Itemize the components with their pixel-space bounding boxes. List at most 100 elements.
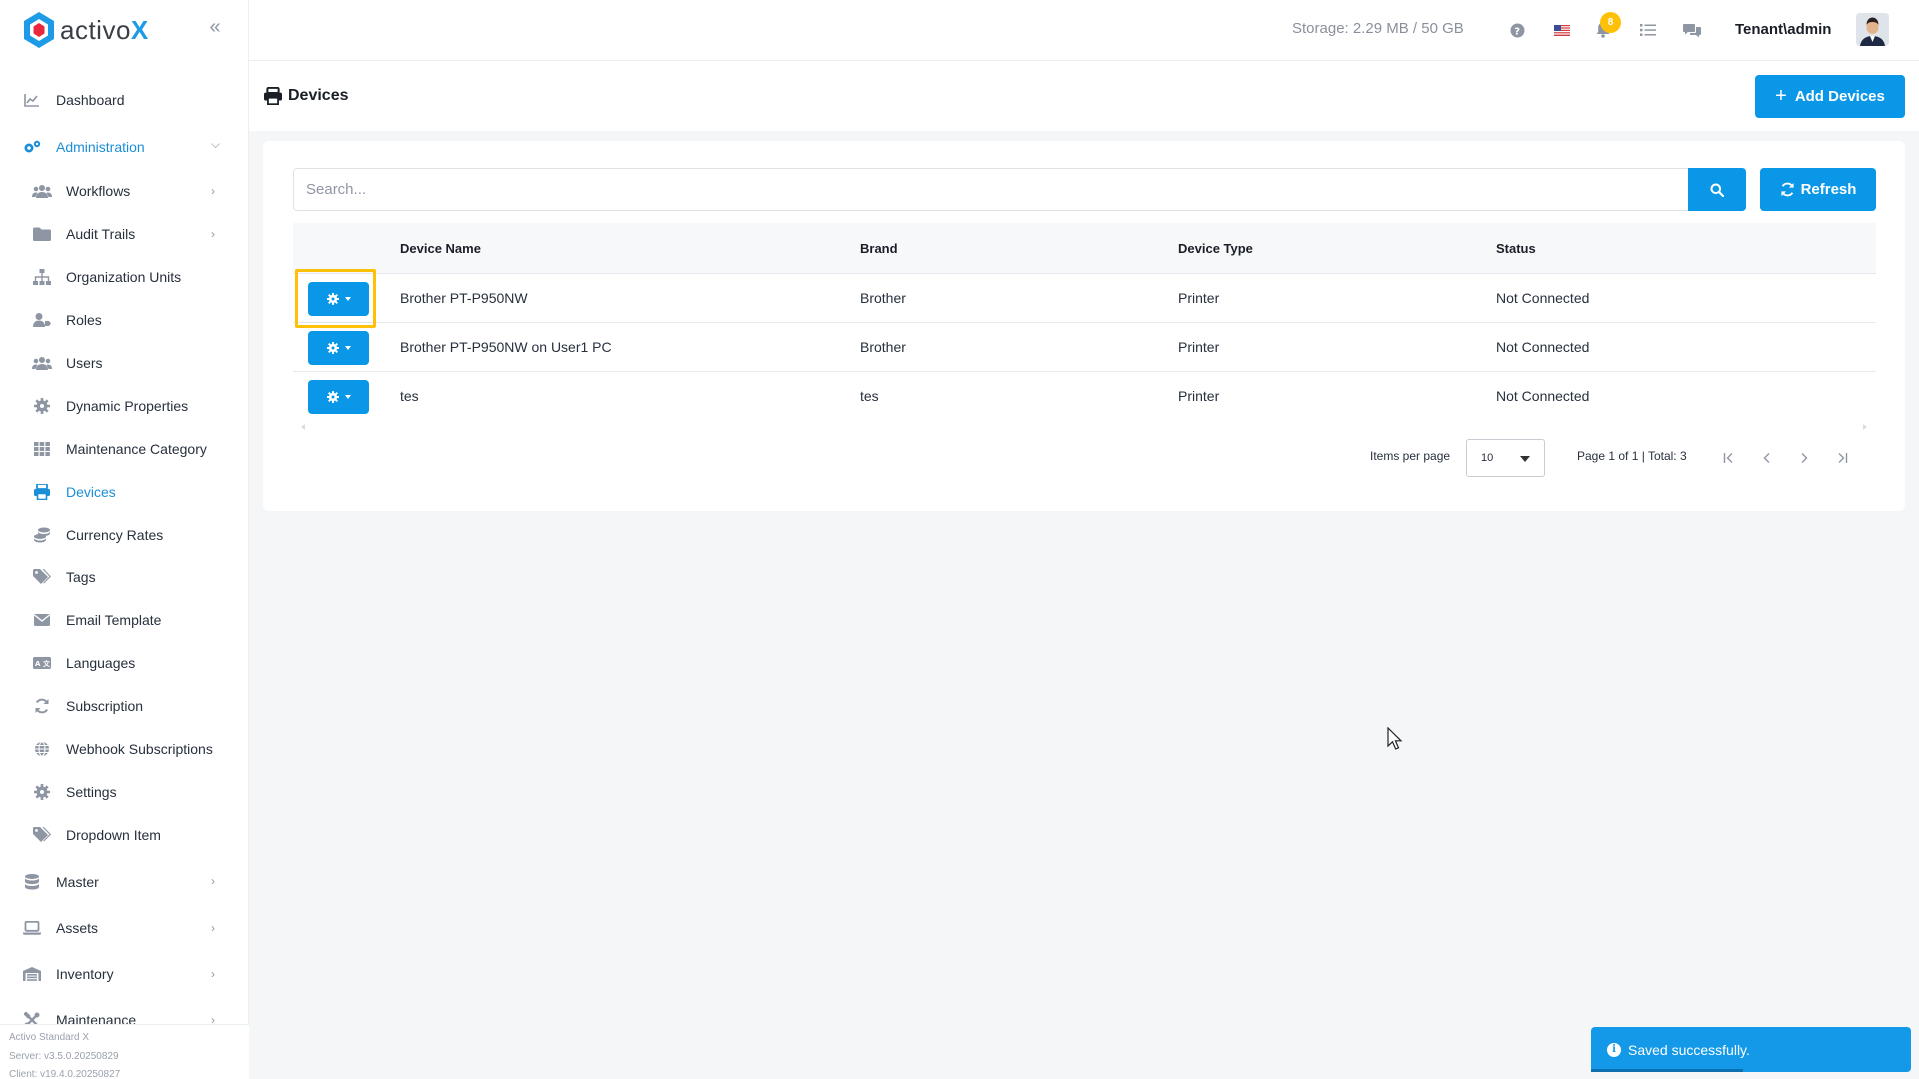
items-per-page-select[interactable]: 10 (1466, 439, 1545, 477)
help-icon[interactable]: ? (1507, 20, 1527, 40)
column-header-device-type[interactable]: Device Type (1178, 241, 1253, 256)
chat-icon[interactable] (1682, 20, 1702, 40)
laptop-icon (22, 918, 42, 938)
tags-icon (32, 567, 52, 587)
sidebar-item-label: Roles (66, 312, 102, 329)
sidebar-item-workflows[interactable]: Workflows › (0, 170, 249, 213)
column-header-device-name[interactable]: Device Name (400, 241, 481, 256)
sidebar-item-dynamic-properties[interactable]: Dynamic Properties (0, 384, 249, 427)
logo-text: activoX (60, 14, 149, 45)
sidebar-item-label: Tags (66, 569, 96, 586)
user-avatar[interactable] (1856, 13, 1889, 46)
sidebar-item-maintenance-category[interactable]: Maintenance Category (0, 427, 249, 470)
info-icon: i (1607, 1042, 1621, 1057)
success-toast[interactable]: i Saved successfully. (1591, 1027, 1911, 1072)
table-row: Brother PT-P950NW Brother Printer Not Co… (293, 269, 1876, 328)
gear-icon (326, 391, 339, 403)
cell-brand: Brother (860, 339, 906, 355)
sidebar-item-inventory[interactable]: Inventory › (0, 951, 249, 997)
sidebar-item-label: Assets (56, 920, 99, 937)
cell-brand: tes (860, 388, 879, 404)
sidebar-item-languages[interactable]: A文 Languages (0, 642, 249, 685)
printer-icon (264, 86, 282, 106)
sidebar-item-settings[interactable]: Settings (0, 770, 249, 813)
sidebar-item-label: Email Template (66, 612, 162, 629)
sidebar-item-label: Dynamic Properties (66, 397, 189, 414)
pagination: Items per page 10 Page 1 of 1 | Total: 3 (293, 439, 1876, 479)
sync-icon (1780, 182, 1794, 197)
sidebar-item-dropdown-item[interactable]: Dropdown Item (0, 813, 249, 856)
page-title: Devices (264, 86, 349, 106)
last-page-icon[interactable] (1831, 447, 1853, 469)
task-list-icon[interactable] (1638, 20, 1658, 40)
row-actions-button[interactable] (308, 331, 369, 365)
search-button[interactable] (1688, 168, 1746, 211)
sidebar-item-organization-units[interactable]: Organization Units (0, 256, 249, 299)
next-page-icon[interactable] (1793, 447, 1815, 469)
collapse-sidebar-icon[interactable]: « (204, 16, 226, 38)
sidebar-item-webhook-subscriptions[interactable]: Webhook Subscriptions (0, 728, 249, 771)
svg-text:A: A (35, 660, 41, 668)
cell-brand: Brother (860, 290, 906, 306)
sidebar: activoX « Dashboard Administration ⌵ Wor… (0, 0, 249, 1079)
notification-badge: 8 (1600, 12, 1621, 33)
sync-icon (32, 696, 52, 716)
envelope-icon (32, 610, 52, 630)
cell-device-type: Printer (1178, 388, 1220, 404)
add-devices-button[interactable]: + Add Devices (1755, 75, 1905, 118)
us-flag-icon[interactable] (1552, 20, 1572, 40)
topbar: Storage: 2.29 MB / 50 GB ? 8 Tenant\admi… (249, 0, 1919, 61)
caret-down-icon (344, 395, 351, 399)
sidebar-item-label: Administration (56, 138, 145, 155)
sidebar-item-users[interactable]: Users (0, 342, 249, 385)
user-name[interactable]: Tenant\admin (1735, 21, 1831, 38)
scroll-left-arrow-icon[interactable] (301, 424, 305, 430)
grid-icon (32, 439, 52, 459)
svg-text:?: ? (1514, 26, 1520, 37)
search-input[interactable] (293, 168, 1689, 211)
sidebar-item-tags[interactable]: Tags (0, 556, 249, 599)
cell-device-name: Brother PT-P950NW on User1 PC (400, 339, 612, 355)
sidebar-item-currency-rates[interactable]: Currency Rates (0, 513, 249, 556)
toast-message: Saved successfully. (1628, 1041, 1750, 1058)
cog-icon (32, 782, 52, 802)
cell-status: Not Connected (1496, 339, 1590, 355)
sidebar-item-dashboard[interactable]: Dashboard (0, 77, 249, 123)
chevron-down-icon: ⌵ (211, 137, 221, 151)
sidebar-item-audit-trails[interactable]: Audit Trails › (0, 213, 249, 256)
warehouse-icon (22, 964, 42, 984)
sidebar-item-label: Dashboard (56, 92, 125, 108)
printer-icon (32, 482, 52, 502)
chart-line-icon (22, 90, 42, 110)
refresh-button[interactable]: Refresh (1760, 168, 1876, 211)
users-icon (32, 181, 52, 201)
cell-device-type: Printer (1178, 290, 1220, 306)
sidebar-item-roles[interactable]: Roles (0, 299, 249, 342)
page-info: Page 1 of 1 | Total: 3 (1577, 449, 1687, 463)
server-version: Server: v3.5.0.20250829 (9, 1050, 119, 1062)
sidebar-item-master[interactable]: Master › (0, 858, 249, 905)
toast-progress-bar (1591, 1069, 1743, 1072)
sidebar-item-devices[interactable]: Devices (0, 470, 249, 513)
user-tag-icon (32, 310, 52, 330)
gear-icon (326, 293, 339, 305)
previous-page-icon[interactable] (1756, 447, 1778, 469)
globe-icon (32, 739, 52, 759)
sidebar-item-subscription[interactable]: Subscription (0, 685, 249, 728)
row-actions-button[interactable] (308, 380, 369, 414)
devices-card: Refresh Device Name Brand Device Type St… (263, 141, 1905, 511)
row-actions-button[interactable] (308, 282, 369, 316)
storage-usage: Storage: 2.29 MB / 50 GB (1292, 20, 1464, 37)
first-page-icon[interactable] (1718, 447, 1740, 469)
caret-down-icon (344, 346, 351, 350)
sidebar-item-administration[interactable]: Administration ⌵ (0, 123, 249, 170)
column-header-brand[interactable]: Brand (860, 241, 898, 256)
logo[interactable]: activoX (22, 10, 149, 50)
sidebar-item-label: Devices (66, 483, 116, 500)
scroll-right-arrow-icon[interactable] (1863, 424, 1867, 430)
sidebar-item-assets[interactable]: Assets › (0, 905, 249, 951)
sidebar-item-email-template[interactable]: Email Template (0, 599, 249, 642)
sitemap-icon (32, 267, 52, 287)
column-header-status[interactable]: Status (1496, 241, 1536, 256)
table-row: Brother PT-P950NW on User1 PC Brother Pr… (293, 323, 1876, 372)
